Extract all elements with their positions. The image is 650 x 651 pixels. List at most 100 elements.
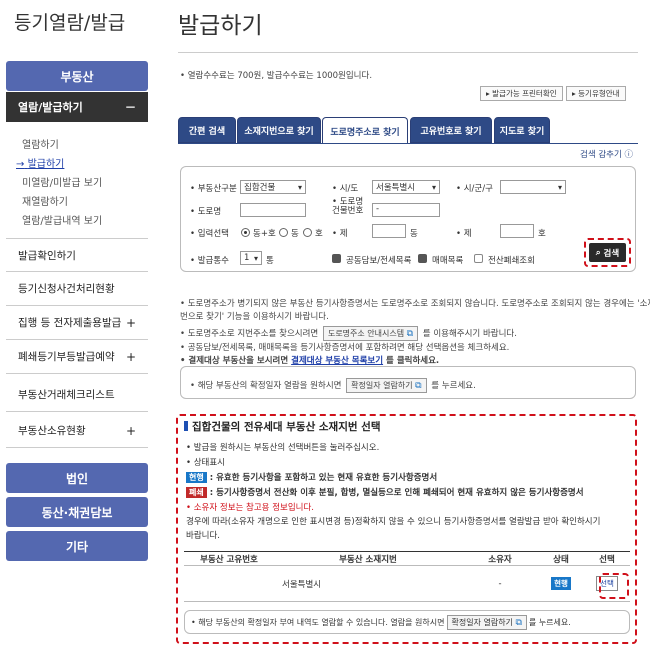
owner-cell: -	[462, 565, 538, 602]
sidebar-link-checklist[interactable]: 부동산거래체크리스트	[6, 378, 148, 412]
guide-line-4: • 공동담보/전세목록, 매매목록을 등기사항증명서에 포함하려면 해당 선택옵…	[180, 343, 510, 353]
guide-line-2: 번으로 찾기' 기능을 이용하시기 바랍니다.	[180, 312, 329, 322]
external-link-icon: ⧉	[515, 617, 522, 628]
sub-item-history[interactable]: 열람/발급내역 보기	[22, 212, 102, 227]
sidebar-link-verify[interactable]: 발급확인하기	[6, 238, 148, 272]
sidebar-real-estate-button[interactable]: 부동산	[6, 61, 148, 91]
sidebar-link-closed-reservation[interactable]: 폐쇄등기부등발급예약 +	[6, 340, 148, 374]
page-title: 발급하기	[178, 13, 263, 39]
trade-list-checkbox[interactable]	[418, 254, 427, 263]
status-cell: 현행	[538, 565, 584, 602]
result-title-text: 집합건물의 전유세대 부동산 소재지번 선택	[192, 421, 381, 433]
current-desc: : 유효한 등기사항을 포함하고 있는 현재 유효한 등기사항증명서	[209, 473, 438, 483]
sub-item-review[interactable]: 재열람하기	[22, 193, 68, 208]
tab-simple[interactable]: 간편 검색	[178, 117, 236, 143]
printer-check-button[interactable]: ▸ 발급가능 프린터확인	[480, 86, 563, 101]
dong-suffix: 동	[410, 229, 418, 239]
radio-dong-ho[interactable]	[241, 228, 250, 237]
external-link-icon: ⧉	[406, 329, 414, 339]
info-text: • 해당 부동산의 확정일자 열람을 원하시면	[190, 381, 342, 391]
search-highlight	[584, 238, 631, 267]
link-label: 등기신청사건처리현황	[18, 283, 115, 295]
radio-ho[interactable]	[303, 228, 312, 237]
sub-item-issue[interactable]: → 발급하기	[16, 155, 64, 170]
sido-label: • 시/도	[332, 184, 359, 194]
radio-dong-label: 동	[291, 229, 299, 239]
trade-list-label: 매매목록	[432, 256, 464, 266]
closed-tag: 폐쇄	[186, 487, 207, 498]
joint-collateral-checkbox[interactable]	[332, 254, 341, 263]
sidebar-corporate-button[interactable]: 법인	[6, 463, 148, 493]
guide-line-1: • 도로명주소가 병기되지 않은 부동산 등기사항증명서는 도로명주소로 조회되…	[180, 299, 650, 309]
count-select[interactable]: 1	[240, 251, 262, 265]
table-row: 서울특별시 - 현행 선택	[184, 565, 630, 602]
result-line-2: • 상태표시	[186, 458, 225, 468]
bottom-info-box: • 해당 부동산의 확정일자 부여 내역도 열람할 수 있습니다. 열람을 원하…	[184, 610, 630, 634]
sidebar-etc-button[interactable]: 기타	[6, 531, 148, 561]
link-label: 집행 등 전자제출용발급	[18, 317, 122, 329]
sidebar-title: 등기열람/발급	[14, 12, 126, 34]
road-address-system-button[interactable]: 도로명주소 안내시스템 ⧉	[322, 326, 419, 341]
bldg-dash: -	[376, 204, 380, 214]
guide-line-3: • 도로명주소로 지번주소를 찾으시려면 도로명주소 안내시스템 ⧉ 를 이용해…	[180, 326, 517, 341]
count-label: • 발급통수	[190, 256, 229, 266]
result-line-4: 폐쇄: 등기사항증명서 전산화 이후 분필, 합병, 멸실등으로 인해 폐쇄되어…	[186, 486, 584, 498]
sigungu-select[interactable]	[500, 180, 566, 194]
column-header: 상태	[538, 551, 584, 566]
guide-text: 를 클릭하세요.	[386, 356, 440, 366]
tab-unique-number[interactable]: 고유번호로 찾기	[410, 117, 492, 143]
result-line-6: 경우에 따라(소유자 개명으로 인한 표시변경 등)정확하지 않을 수 있으니 …	[186, 517, 601, 527]
unique-number-cell	[184, 565, 274, 602]
road-btn-label: 도로명주소 안내시스템	[327, 329, 405, 338]
sidebar-link-ownership[interactable]: 부동산소유현황 +	[6, 414, 148, 448]
tab-map[interactable]: 지도로 찾기	[494, 117, 550, 143]
payment-list-link[interactable]: 결제대상 부동산 목록보기	[291, 356, 383, 366]
fee-note: • 열람수수료는 700원, 발급수수료는 1000원입니다.	[180, 71, 373, 81]
collapse-search-link[interactable]: 검색 감추기 ⓘ	[580, 148, 633, 160]
sidebar-link-case-status[interactable]: 등기신청사건처리현황	[6, 272, 148, 306]
result-line-1: • 발급을 원하시는 부동산의 선택버튼을 눌러주십시오.	[186, 443, 380, 453]
road-name-input[interactable]	[240, 203, 306, 217]
sido-select[interactable]: 서울특별시	[372, 180, 440, 194]
joint-collateral-label: 공동담보/전세목록	[346, 256, 412, 266]
ho-input[interactable]	[500, 224, 534, 238]
current-tag: 현행	[186, 472, 207, 483]
column-header: 부동산 소재지번	[274, 551, 462, 566]
sidebar-movable-button[interactable]: 동산·채권담보	[6, 497, 148, 527]
ho-prefix: • 제	[456, 229, 472, 239]
dong-input[interactable]	[372, 224, 406, 238]
input-select-label: • 입력선택	[190, 229, 229, 239]
result-line-3: 현행: 유효한 등기사항을 포함하고 있는 현재 유효한 등기사항증명서	[186, 471, 437, 483]
tab-lot-number[interactable]: 소재지번으로 찾기	[237, 117, 321, 143]
plus-icon: +	[125, 315, 136, 330]
column-header: 선택	[584, 551, 630, 566]
closed-search-checkbox[interactable]	[474, 254, 483, 263]
link-label: 폐쇄등기부등발급예약	[18, 351, 115, 363]
bottom-confirmation-button[interactable]: 확정일자 열람하기 ⧉	[446, 614, 527, 630]
bottom-btn-label: 확정일자 열람하기	[451, 617, 513, 627]
radio-dong[interactable]	[279, 228, 288, 237]
confirmation-view-button[interactable]: 확정일자 열람하기 ⧉	[346, 378, 427, 393]
closed-search-label: 전산폐쇄조회	[488, 256, 535, 266]
column-header: 소유자	[462, 551, 538, 566]
type-label: • 부동산구분	[190, 184, 237, 194]
sub-item-view[interactable]: 열람하기	[22, 136, 59, 151]
arrow-right-icon: →	[16, 159, 25, 170]
guide-text: • 결제대상 부동산을 보시려면	[180, 356, 289, 366]
link-label: 부동산거래체크리스트	[18, 389, 115, 401]
dong-prefix: • 제	[332, 229, 348, 239]
sidebar-link-e-submit[interactable]: 집행 등 전자제출용발급 +	[6, 306, 148, 340]
result-line-5: • 소유자 정보는 참고용 정보입니다.	[186, 503, 315, 513]
external-link-icon: ⧉	[415, 381, 422, 391]
info-text: 를 누르세요.	[431, 381, 476, 391]
sub-item-unviewed[interactable]: 미열람/미발급 보기	[22, 174, 102, 189]
tab-road-address[interactable]: 도로명주소로 찾기	[322, 117, 408, 144]
confirmation-info: • 해당 부동산의 확정일자 열람을 원하시면 확정일자 열람하기 ⧉ 를 누르…	[190, 378, 476, 393]
column-header: 부동산 고유번호	[184, 551, 274, 566]
sub-item-issue-label: 발급하기	[27, 159, 65, 170]
type-select[interactable]: 집합건물	[240, 180, 306, 194]
link-label: 발급확인하기	[18, 249, 76, 262]
sidebar-item-view-issue[interactable]: 열람/발급하기 －	[6, 92, 148, 122]
type-guide-button[interactable]: ▸ 등기유형안내	[566, 86, 626, 101]
building-number-input[interactable]	[372, 203, 440, 217]
